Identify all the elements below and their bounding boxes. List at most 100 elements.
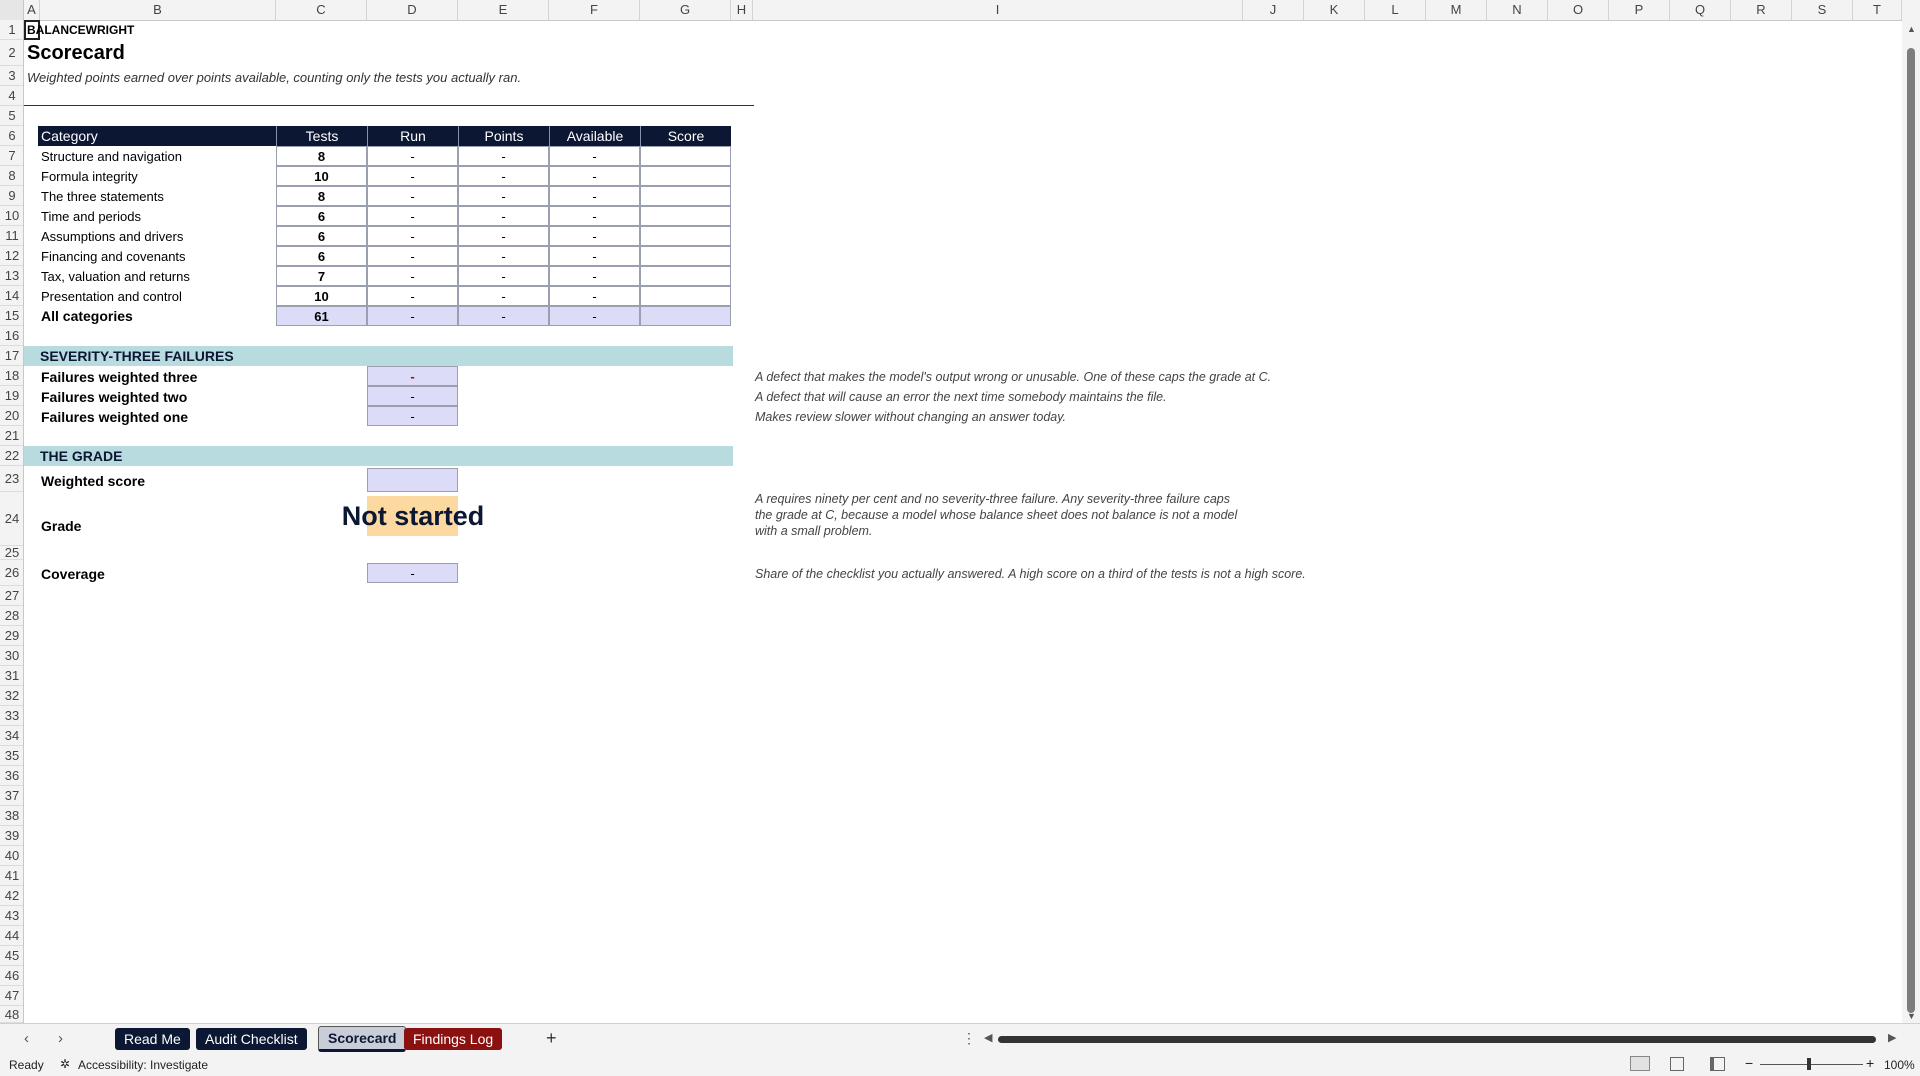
points-cell[interactable]: - (458, 166, 549, 186)
grade-value[interactable]: Not started (324, 496, 502, 536)
scroll-up-arrow-icon[interactable]: ▲ (1907, 24, 1916, 34)
row-header[interactable]: 45 (0, 946, 23, 966)
row-header[interactable]: 20 (0, 406, 23, 426)
available-cell[interactable]: - (549, 186, 640, 206)
column-header-a[interactable]: A (24, 0, 40, 20)
row-header[interactable]: 17 (0, 346, 23, 366)
column-header-i[interactable]: I (753, 0, 1243, 20)
row-header[interactable]: 41 (0, 866, 23, 886)
scroll-down-arrow-icon[interactable]: ▼ (1907, 1011, 1916, 1021)
row-header[interactable]: 6 (0, 126, 23, 146)
total-score-cell[interactable] (640, 306, 731, 326)
weighted-score-value[interactable] (367, 468, 458, 492)
row-header[interactable]: 15 (0, 306, 23, 326)
failures-two-value[interactable]: - (367, 386, 458, 406)
zoom-level[interactable]: 100% (1884, 1058, 1915, 1072)
row-header[interactable]: 30 (0, 646, 23, 666)
row-header[interactable]: 37 (0, 786, 23, 806)
row-header[interactable]: 19 (0, 386, 23, 406)
run-cell[interactable]: - (367, 206, 458, 226)
score-cell[interactable] (640, 266, 731, 286)
zoom-slider-thumb[interactable] (1807, 1058, 1811, 1070)
tab-scorecard[interactable]: Scorecard (318, 1026, 407, 1052)
horizontal-scroll-thumb[interactable] (998, 1036, 1876, 1043)
points-cell[interactable]: - (458, 226, 549, 246)
row-header[interactable]: 13 (0, 266, 23, 286)
row-header[interactable]: 7 (0, 146, 23, 166)
row-header[interactable]: 39 (0, 826, 23, 846)
row-header[interactable]: 33 (0, 706, 23, 726)
row-header[interactable]: 25 (0, 545, 23, 560)
run-cell[interactable]: - (367, 186, 458, 206)
category-name[interactable]: The three statements (38, 186, 276, 206)
score-cell[interactable] (640, 146, 731, 166)
add-sheet-button[interactable]: + (546, 1028, 557, 1049)
row-header[interactable]: 22 (0, 446, 23, 466)
zoom-slider[interactable] (1760, 1064, 1863, 1065)
category-name[interactable]: Time and periods (38, 206, 276, 226)
column-header-o[interactable]: O (1548, 0, 1609, 20)
row-header[interactable]: 2 (0, 40, 23, 66)
tests-cell[interactable]: 8 (276, 186, 367, 206)
run-cell[interactable]: - (367, 146, 458, 166)
score-cell[interactable] (640, 166, 731, 186)
total-run-cell[interactable]: - (367, 306, 458, 326)
row-header[interactable]: 4 (0, 86, 23, 106)
hscroll-left-icon[interactable]: ◀ (984, 1031, 992, 1044)
points-cell[interactable]: - (458, 206, 549, 226)
available-cell[interactable]: - (549, 206, 640, 226)
category-name[interactable]: Assumptions and drivers (38, 226, 276, 246)
row-header[interactable]: 43 (0, 906, 23, 926)
tests-cell[interactable]: 10 (276, 166, 367, 186)
zoom-in-icon[interactable]: + (1866, 1055, 1874, 1071)
total-points-cell[interactable]: - (458, 306, 549, 326)
row-header[interactable]: 3 (0, 66, 23, 86)
score-cell[interactable] (640, 186, 731, 206)
row-header[interactable]: 12 (0, 246, 23, 266)
column-header-q[interactable]: Q (1670, 0, 1731, 20)
row-header[interactable]: 38 (0, 806, 23, 826)
column-header-t[interactable]: T (1853, 0, 1902, 20)
run-cell[interactable]: - (367, 166, 458, 186)
tab-read-me[interactable]: Read Me (115, 1028, 190, 1050)
points-cell[interactable]: - (458, 246, 549, 266)
column-header-r[interactable]: R (1731, 0, 1792, 20)
row-header[interactable]: 21 (0, 426, 23, 446)
row-header[interactable]: 16 (0, 326, 23, 346)
row-header[interactable]: 1 (0, 20, 23, 40)
score-cell[interactable] (640, 206, 731, 226)
column-header-g[interactable]: G (640, 0, 731, 20)
row-header[interactable]: 14 (0, 286, 23, 306)
prev-sheet-icon[interactable]: ‹ (24, 1030, 29, 1047)
tab-options-icon[interactable]: ⋮ (962, 1030, 976, 1047)
score-cell[interactable] (640, 246, 731, 266)
category-name[interactable]: Formula integrity (38, 166, 276, 186)
coverage-value[interactable]: - (367, 563, 458, 583)
column-header-f[interactable]: F (549, 0, 640, 20)
failures-three-value[interactable]: - (367, 366, 458, 386)
tests-cell[interactable]: 7 (276, 266, 367, 286)
page-layout-view-icon[interactable] (1670, 1057, 1684, 1071)
column-header-e[interactable]: E (458, 0, 549, 20)
row-header[interactable]: 28 (0, 606, 23, 626)
tab-audit-checklist[interactable]: Audit Checklist (196, 1028, 307, 1050)
column-header-n[interactable]: N (1487, 0, 1548, 20)
row-header[interactable]: 31 (0, 666, 23, 686)
select-all-corner[interactable] (0, 0, 24, 20)
next-sheet-icon[interactable]: › (58, 1030, 63, 1047)
category-name[interactable]: Financing and covenants (38, 246, 276, 266)
tests-cell[interactable]: 6 (276, 206, 367, 226)
score-cell[interactable] (640, 226, 731, 246)
row-header[interactable]: 40 (0, 846, 23, 866)
row-header[interactable]: 27 (0, 586, 23, 606)
column-header-k[interactable]: K (1304, 0, 1365, 20)
accessibility-status[interactable]: Accessibility: Investigate (78, 1058, 208, 1072)
available-cell[interactable]: - (549, 226, 640, 246)
column-header-m[interactable]: M (1426, 0, 1487, 20)
row-header[interactable]: 26 (0, 560, 23, 586)
row-header[interactable]: 23 (0, 466, 23, 492)
vertical-scroll-thumb[interactable] (1907, 48, 1915, 1013)
column-header-c[interactable]: C (276, 0, 367, 20)
failures-one-value[interactable]: - (367, 406, 458, 426)
run-cell[interactable]: - (367, 246, 458, 266)
